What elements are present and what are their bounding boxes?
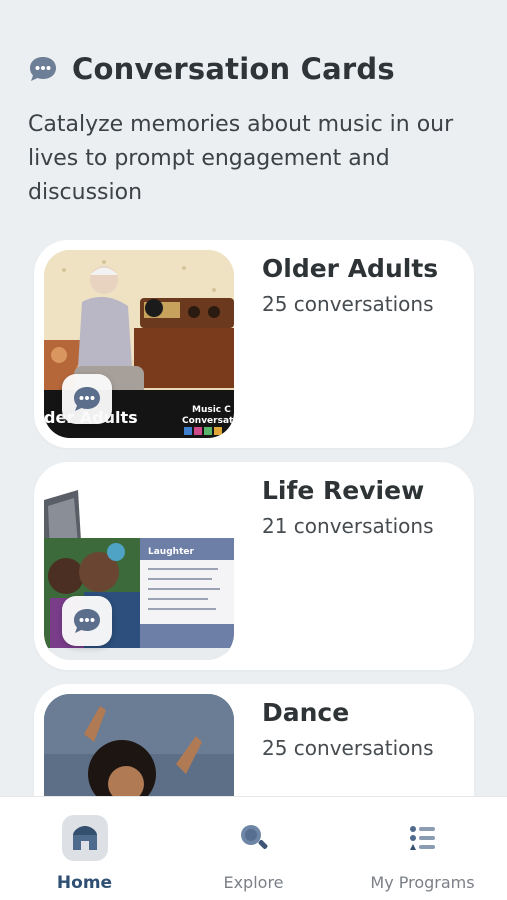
thumb-heading: Laughter [148, 547, 194, 557]
page-title: Conversation Cards [72, 52, 395, 86]
bottom-tab-bar: Home Explore My Programs [0, 796, 507, 900]
home-icon [61, 815, 108, 861]
tab-label: Explore [223, 873, 284, 892]
card-title: Life Review [262, 476, 425, 505]
tab-my-programs[interactable]: My Programs [338, 797, 507, 900]
header: Conversation Cards Catalyze memories abo… [28, 52, 488, 210]
chat-bubble-icon [74, 387, 100, 411]
title-row: Conversation Cards [28, 52, 488, 86]
tab-explore[interactable]: Explore [169, 797, 338, 900]
card-title: Older Adults [262, 254, 439, 283]
list-icon [400, 815, 446, 861]
thumb-brand-2: Conversat [182, 416, 234, 426]
card-count: 25 conversations [262, 292, 434, 316]
search-icon [231, 815, 277, 861]
tab-label: Home [56, 873, 113, 893]
conversation-badge [62, 596, 112, 646]
tab-home[interactable]: Home [0, 797, 169, 900]
chat-bubble-icon [30, 57, 56, 81]
card-count: 25 conversations [262, 736, 434, 760]
card-life-review[interactable]: Laughter Life Review 21 conversations [34, 462, 474, 670]
conversation-badge [62, 374, 112, 424]
page-subtitle: Catalyze memories about music in our liv… [28, 112, 454, 205]
card-title: Dance [262, 698, 350, 727]
chat-bubble-icon [74, 609, 100, 633]
tab-label: My Programs [370, 873, 475, 892]
card-older-adults[interactable]: der Adults Music C Conversat Older Adult… [34, 240, 474, 448]
thumb-brand-1: Music C [192, 405, 231, 415]
card-count: 21 conversations [262, 514, 434, 538]
